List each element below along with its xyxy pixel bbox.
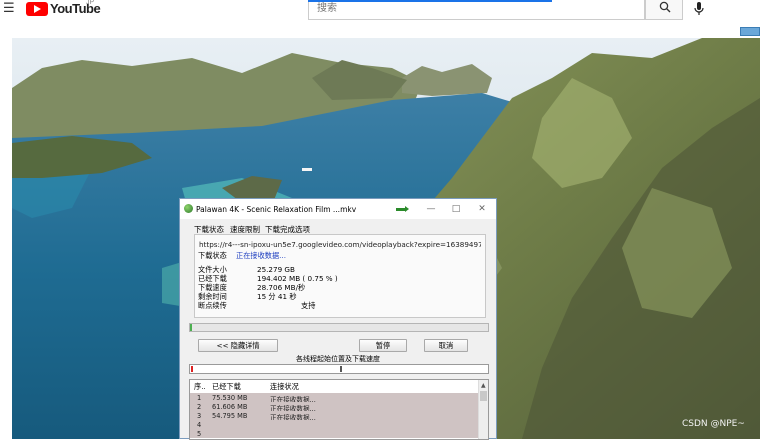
youtube-header: ☰ YouTube JP bbox=[0, 0, 760, 24]
close-button[interactable]: ✕ bbox=[475, 203, 489, 215]
maximize-button[interactable]: □ bbox=[449, 203, 463, 215]
column-header-status[interactable]: 连接状况 bbox=[270, 382, 299, 392]
table-row[interactable]: 3 54.795 MB 正在接收数据... bbox=[190, 411, 479, 422]
time-left-value: 15 分 41 秒 bbox=[257, 292, 297, 301]
youtube-logo-icon[interactable] bbox=[26, 2, 48, 16]
row-index: 3 bbox=[197, 412, 202, 420]
hide-details-button[interactable]: << 隐藏详情 bbox=[198, 339, 278, 352]
resume-label: 断点续传 bbox=[198, 301, 227, 310]
search-input[interactable] bbox=[308, 0, 645, 20]
minimize-button[interactable]: — bbox=[424, 203, 438, 215]
column-header-downloaded[interactable]: 已经下载 bbox=[212, 382, 241, 392]
file-size-value: 25.279 GB bbox=[257, 265, 295, 274]
download-dialog: Palawan 4K - Scenic Relaxation Film ...m… bbox=[179, 198, 497, 440]
row-index: 5 bbox=[197, 430, 202, 438]
voice-search-button[interactable] bbox=[690, 0, 708, 18]
thread-marker bbox=[340, 366, 342, 372]
status-panel: https://r4---sn-ipoxu-un5e7.googlevideo.… bbox=[194, 234, 486, 318]
resume-value: 支持 bbox=[301, 301, 316, 310]
row-index: 1 bbox=[197, 394, 202, 402]
table-row[interactable]: 1 75.530 MB 正在接收数据... bbox=[190, 393, 479, 404]
microphone-icon bbox=[694, 2, 704, 15]
status-value: 正在接收数据... bbox=[236, 251, 286, 260]
table-row[interactable]: 5 bbox=[190, 429, 479, 438]
hamburger-menu-icon[interactable]: ☰ bbox=[3, 1, 15, 17]
table-row[interactable]: 2 61.606 MB 正在接收数据... bbox=[190, 402, 479, 413]
thread-position-hint: 各线程起始位置及下载速度 bbox=[296, 355, 380, 363]
arrow-right-icon bbox=[396, 206, 409, 212]
csdn-watermark: CSDN @NPE~ bbox=[682, 419, 745, 429]
row-index: 4 bbox=[197, 421, 202, 429]
search-focus-line bbox=[308, 0, 552, 2]
status-label: 下载状态 bbox=[198, 251, 227, 260]
dialog-title: Palawan 4K - Scenic Relaxation Film ...m… bbox=[196, 205, 357, 214]
thread-marker bbox=[191, 366, 193, 372]
download-url: https://r4---sn-ipoxu-un5e7.googlevideo.… bbox=[199, 240, 481, 249]
search-icon bbox=[659, 1, 671, 13]
scroll-up-icon[interactable]: ▲ bbox=[481, 382, 486, 389]
download-manager-icon bbox=[184, 204, 193, 213]
row-index: 2 bbox=[197, 403, 202, 411]
row-downloaded: 61.606 MB bbox=[212, 403, 248, 411]
row-downloaded: 54.795 MB bbox=[212, 412, 248, 420]
search-button[interactable] bbox=[645, 0, 683, 20]
adchoices-icon[interactable] bbox=[740, 27, 760, 36]
download-progress-bar bbox=[189, 323, 489, 332]
pause-button[interactable]: 暂停 bbox=[359, 339, 407, 352]
thread-position-track bbox=[189, 364, 489, 374]
column-header-index[interactable]: 序.. bbox=[194, 382, 206, 392]
scrollbar-thumb[interactable] bbox=[480, 391, 487, 401]
table-scrollbar[interactable]: ▲ bbox=[478, 380, 488, 439]
table-row[interactable]: 4 bbox=[190, 420, 479, 429]
dialog-titlebar[interactable]: Palawan 4K - Scenic Relaxation Film ...m… bbox=[180, 199, 496, 219]
cancel-button[interactable]: 取消 bbox=[424, 339, 468, 352]
connections-table: 序.. 已经下载 连接状况 1 75.530 MB 正在接收数据... 2 61… bbox=[189, 379, 489, 440]
downloaded-value: 194.402 MB ( 0.75 % ) bbox=[257, 274, 338, 283]
progress-fill bbox=[190, 324, 193, 331]
row-downloaded: 75.530 MB bbox=[212, 394, 248, 402]
region-code: JP bbox=[86, 0, 95, 6]
